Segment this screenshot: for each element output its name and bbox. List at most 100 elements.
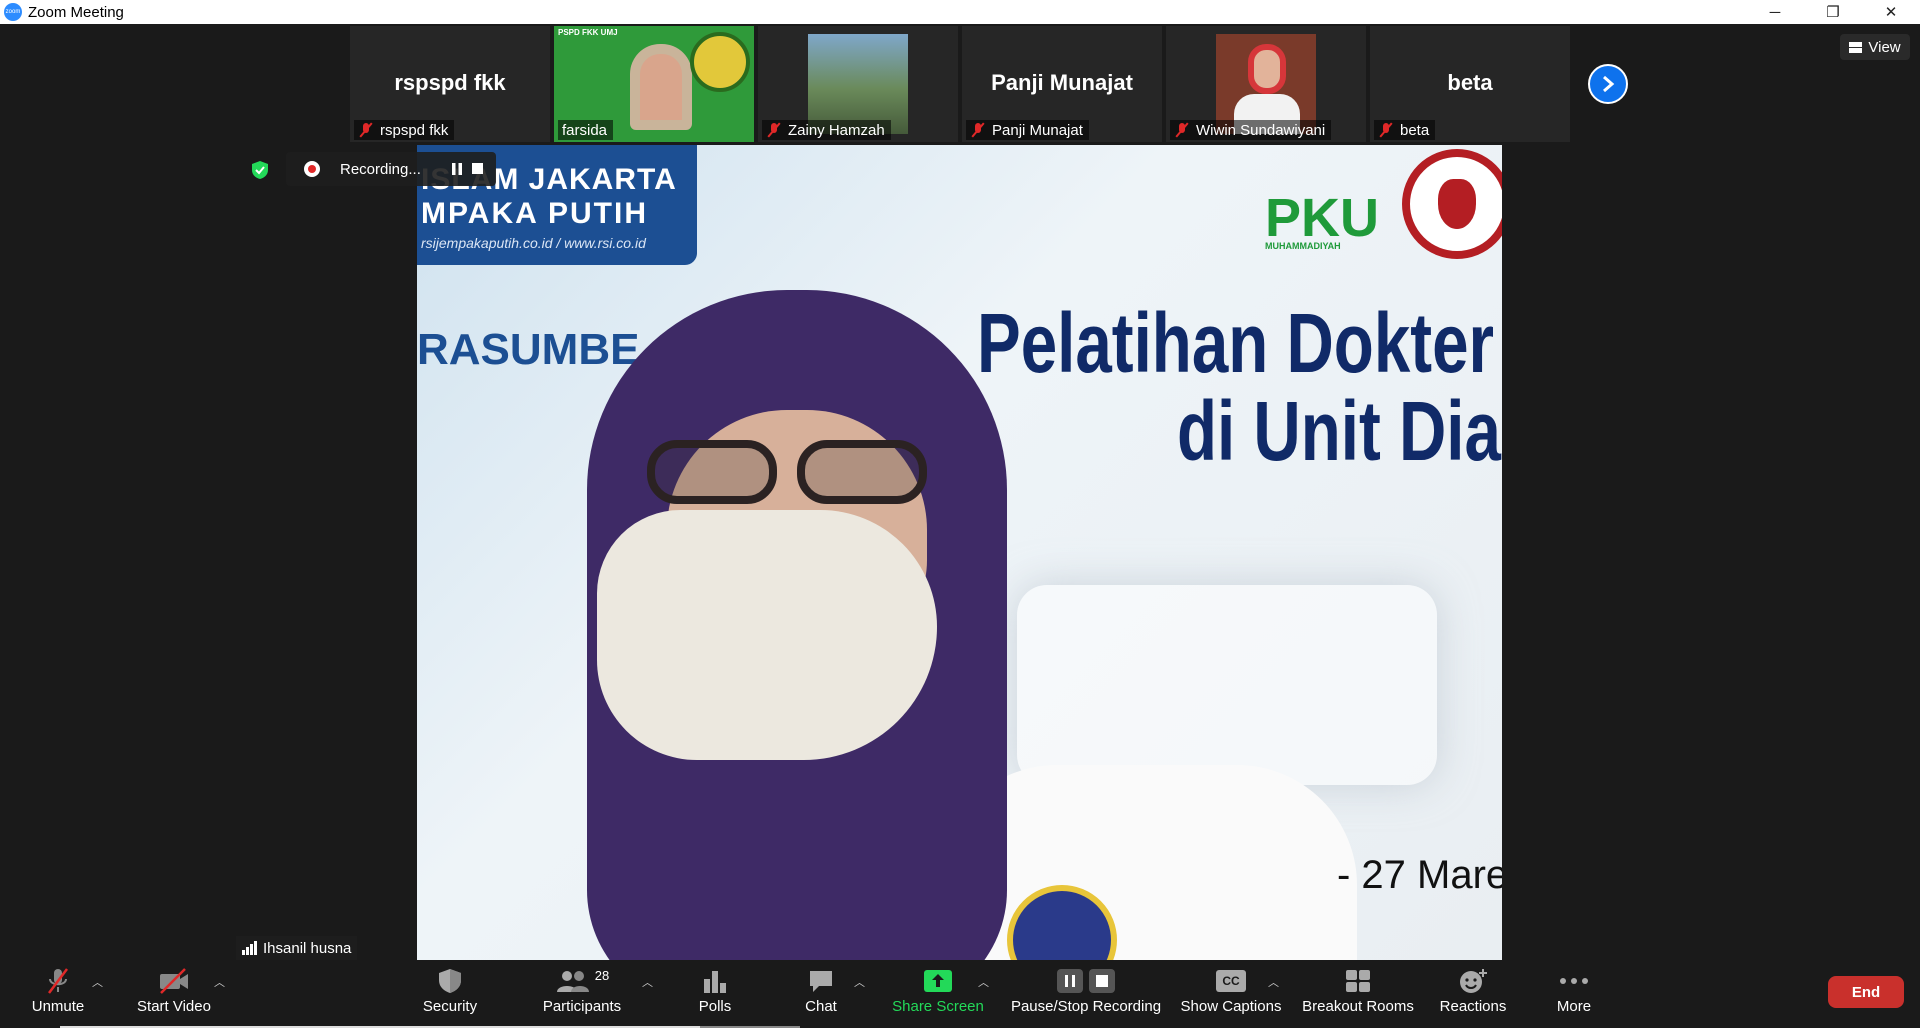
minimize-button[interactable]: ─ [1746,0,1804,24]
more-label: More [1556,998,1592,1015]
participant-name: rspspd fkk [380,121,449,139]
audio-options-caret-icon[interactable]: ︿ [92,974,103,990]
share-options-caret-icon[interactable]: ︿ [978,974,989,990]
participant-face [1248,44,1286,94]
chat-options-caret-icon[interactable]: ︿ [854,974,865,990]
zoom-logo-icon: zoom [4,3,22,21]
mic-muted-icon [1174,122,1190,138]
pause-stop-recording-button[interactable]: Pause/Stop Recording [1008,964,1164,1024]
unmute-label: Unmute [31,998,85,1015]
connection-signal-icon [242,941,258,955]
video-off-icon [160,968,188,994]
participant-name-placeholder: Panji Munajat [991,70,1133,95]
banner-line-2: MPAKA PUTIH [421,197,648,230]
participant-face [630,44,692,130]
participant-tile[interactable]: rspspd fkk rspspd fkk [350,26,550,142]
shield-icon [439,969,461,993]
mic-muted-icon [970,122,986,138]
active-speaker-video: ISLAM JAKARTA MPAKA PUTIH rsijempakaputi… [417,145,1502,960]
background-title-line-2: di Unit Dia [1177,384,1501,478]
more-icon [1560,978,1588,984]
pause-stop-recording-label: Pause/Stop Recording [1010,998,1162,1015]
start-video-label: Start Video [137,998,211,1015]
participant-name: Wiwin Sundawiyani [1196,121,1326,139]
speaker-mask [597,510,937,760]
chat-icon [810,971,832,992]
unmute-button[interactable]: Unmute [20,964,96,1024]
restore-button[interactable]: ❐ [1804,0,1862,24]
participant-name: Panji Munajat [992,121,1083,139]
mic-muted-icon [48,968,68,994]
pause-icon [1057,969,1083,993]
show-captions-button[interactable]: CC Show Captions [1180,964,1282,1024]
view-button-label: View [1868,38,1901,56]
chevron-right-icon [1603,75,1615,93]
polls-icon [704,971,726,993]
polls-label: Polls [698,998,732,1015]
participant-label: beta [1374,120,1436,140]
chat-label: Chat [805,998,837,1015]
participant-label: Zainy Hamzah [762,120,891,140]
participants-options-caret-icon[interactable]: ︿ [642,974,653,990]
security-label: Security [422,998,478,1015]
background-title-line-1: Pelatihan Dokter J [977,296,1502,390]
polls-button[interactable]: Polls [693,964,737,1024]
reactions-button[interactable]: Reactions [1438,964,1508,1024]
close-button[interactable]: ✕ [1862,0,1920,24]
participants-count: 28 [594,967,610,983]
participant-name-placeholder: beta [1447,70,1493,95]
participant-label: Panji Munajat [966,120,1089,140]
chat-button[interactable]: Chat [800,964,842,1024]
recording-dot-icon [304,161,320,177]
participant-name-placeholder: rspspd fkk [394,70,506,95]
show-captions-label: Show Captions [1180,998,1282,1015]
participant-tile[interactable]: Panji Munajat Panji Munajat [962,26,1162,142]
recording-status-text: Recording... [340,160,421,178]
captions-options-caret-icon[interactable]: ︿ [1268,974,1279,990]
participant-profile-photo [1216,34,1316,134]
breakout-rooms-button[interactable]: Breakout Rooms [1300,964,1416,1024]
background-date-text: - 27 Mare [1337,853,1502,897]
next-page-button[interactable] [1588,64,1628,104]
active-speaker-label: Ihsanil husna [236,936,358,960]
pku-logo-text: PKU [1265,188,1380,248]
reactions-icon [1460,969,1487,993]
participant-label: rspspd fkk [354,120,455,140]
participant-tile[interactable]: Zainy Hamzah [758,26,958,142]
breakout-rooms-label: Breakout Rooms [1302,998,1414,1015]
mic-muted-icon [1378,122,1394,138]
video-options-caret-icon[interactable]: ︿ [214,974,225,990]
banner-line-3: rsijempakaputih.co.id / www.rsi.co.id [421,235,646,251]
participant-label: Wiwin Sundawiyani [1170,120,1332,140]
window-title: Zoom Meeting [28,3,124,21]
stop-icon [1089,969,1115,993]
participant-tile[interactable]: Wiwin Sundawiyani [1166,26,1366,142]
participant-profile-photo [808,34,908,134]
recording-indicator: Recording... [286,152,496,186]
participant-name: Zainy Hamzah [788,121,885,139]
participant-banner-text: PSPD FKK UMJ [558,28,618,37]
stop-recording-icon[interactable] [472,163,483,174]
participant-strip: rspspd fkk rspspd fkk PSPD FKK UMJ farsi… [350,26,1570,142]
participants-label: Participants [542,998,622,1015]
end-meeting-button[interactable]: End [1828,976,1904,1008]
start-video-button[interactable]: Start Video [132,964,216,1024]
pause-recording-icon[interactable] [452,163,462,175]
share-screen-label: Share Screen [892,998,984,1015]
participants-button[interactable]: 28 Participants [540,964,624,1024]
window-title-bar: zoom Zoom Meeting ─ ❐ ✕ [0,0,1920,24]
share-screen-icon [924,970,952,992]
mic-muted-icon [766,122,782,138]
participant-tile[interactable]: PSPD FKK UMJ farsida [554,26,754,142]
grid-view-icon [1849,41,1863,53]
security-button[interactable]: Security [418,964,482,1024]
speaker-glasses [647,440,947,510]
mic-muted-icon [358,122,374,138]
more-button[interactable]: More [1554,964,1594,1024]
pku-logo-subtext: MUHAMMADIYAH [1265,241,1341,251]
participant-tile[interactable]: beta beta [1370,26,1570,142]
encryption-shield-icon[interactable] [250,160,270,180]
view-button[interactable]: View [1840,34,1910,60]
share-screen-button[interactable]: Share Screen [890,964,986,1024]
captions-icon: CC [1216,970,1246,992]
